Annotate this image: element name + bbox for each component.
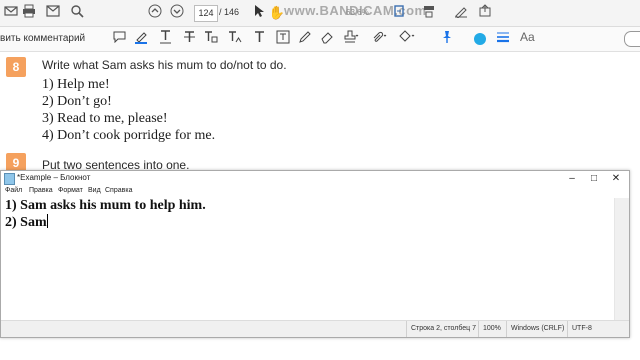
strikethrough-icon[interactable] [180,30,198,48]
pin-icon-svg [443,31,451,43]
page-total-value: 146 [224,7,240,17]
next-page-icon-svg [170,4,184,18]
cursor-icon-svg [255,5,264,17]
mail-icon-svg [4,6,18,16]
task-number-badge: 8 [6,57,26,77]
text-box-icon-svg [276,30,290,44]
stamp-icon[interactable] [342,30,360,48]
close-button[interactable]: ✕ [605,171,627,186]
encoding-status: UTF-8 [567,321,622,337]
attach-file-icon-svg [373,31,387,42]
page-separator: / [219,7,222,17]
minimize-button[interactable]: – [561,171,583,186]
pencil-icon-svg [299,31,311,43]
line-ending-status: Windows (CRLF) [506,321,567,337]
vertical-scrollbar[interactable] [614,198,629,320]
fit-page-icon-svg [394,5,404,17]
print-icon[interactable] [20,4,38,22]
highlight-pen-icon[interactable] [132,30,150,48]
strikethrough-icon-svg [183,31,195,42]
insert-text-icon-svg [229,31,242,43]
task-item: 1) Help me! [42,77,110,92]
share-icon[interactable] [476,4,494,22]
color-picker-dot[interactable] [474,33,486,45]
comment-toolbar: вить комментарий [0,27,640,52]
underline-text-icon-svg [159,30,171,44]
pin-icon[interactable] [438,30,456,48]
editor-line: 1) Sam asks his mum to help him. [5,198,206,213]
cursor-icon[interactable] [250,4,268,22]
highlight-pen-icon-svg [135,32,147,44]
print-icon-svg [23,4,35,18]
text-editor[interactable]: 1) Sam asks his mum to help him. 2) Sam [5,198,611,320]
next-page-icon[interactable] [168,4,186,22]
add-text-icon[interactable] [250,30,268,48]
menu-view[interactable]: Вид [88,187,101,194]
prev-page-icon-svg [148,4,162,18]
menu-format[interactable]: Формат [58,187,83,194]
side-panel-toggle[interactable] [624,31,640,47]
comment-toolbar-label: вить комментарий [0,33,86,44]
share-icon-svg [479,4,491,17]
menu-file[interactable]: Файл [5,187,22,194]
status-bar: Строка 2, столбец 7 100% Windows (CRLF) … [1,320,629,337]
attach-file-icon[interactable] [370,30,388,48]
text-caret [46,214,48,228]
underline-text-icon[interactable] [156,30,174,48]
menu-help[interactable]: Справка [105,187,132,194]
sticky-note-icon[interactable] [110,30,128,48]
prev-page-icon[interactable] [146,4,164,22]
line-weight-icon-svg [497,32,509,43]
mail-icon[interactable] [2,4,20,22]
window-title: *Example – Блокнот [17,173,91,182]
page-total: / 146 [219,5,239,20]
font-size-button[interactable]: Aa [520,30,535,44]
cursor-position: Строка 2, столбец 7 [406,321,477,337]
sticky-note-icon-svg [113,31,125,44]
search-icon-svg [71,5,84,18]
insert-text-icon[interactable] [226,30,244,48]
search-icon[interactable] [68,4,86,22]
draw-shapes-icon-svg [399,30,415,42]
text-box-icon[interactable] [274,30,292,48]
maximize-button[interactable]: □ [583,171,605,186]
zoom-level[interactable]: 63,6% [346,8,369,17]
replace-text-icon-svg [205,31,218,43]
menu-edit[interactable]: Правка [29,187,53,194]
editor-line-active: 2) Sam [5,214,611,231]
page-number-input[interactable]: 124 [194,5,218,22]
editor-line: 2) Sam [5,215,47,230]
zoom-status: 100% [478,321,505,337]
notepad-window: *Example – Блокнот – □ ✕ Файл Правка Фор… [0,170,630,338]
email-icon[interactable] [44,4,62,22]
task-item: 4) Don’t cook porridge for me. [42,128,216,143]
line-weight-icon[interactable] [494,30,512,48]
scroll-mode-icon[interactable] [420,4,438,22]
task-item: 2) Don’t go! [42,94,112,109]
add-text-icon-svg [254,31,264,42]
pencil-icon[interactable] [296,30,314,48]
email-icon-svg [46,5,60,17]
notepad-app-icon [4,173,15,185]
eraser-icon[interactable] [318,30,336,48]
stamp-icon-svg [344,30,359,43]
replace-text-icon[interactable] [202,30,220,48]
pdf-toolbar: 124 / 146 ✋ www.BANDICAM.com 63,6% [0,0,640,27]
sign-icon-svg [455,7,467,19]
scroll-mode-icon-svg [424,6,434,18]
task-item: 3) Read to me, please! [42,111,168,126]
draw-shapes-icon[interactable] [398,30,416,48]
eraser-icon-svg [321,32,333,44]
task-instruction: Write what Sam asks his mum to do/not to… [42,58,287,72]
notepad-title-bar: *Example – Блокнот – □ ✕ [1,171,629,186]
fit-page-icon[interactable] [390,4,408,22]
sign-icon[interactable] [452,4,470,22]
menu-bar: Файл Правка Формат Вид Справка [1,186,629,198]
